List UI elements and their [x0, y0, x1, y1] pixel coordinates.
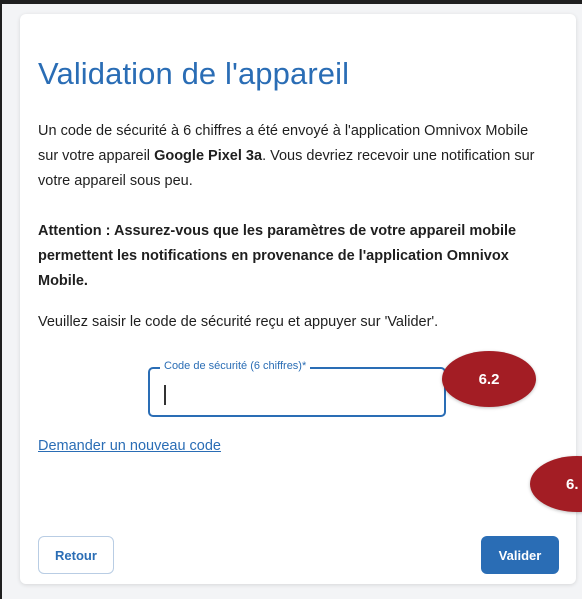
- security-code-label: Code de sécurité (6 chiffres)*: [160, 360, 311, 372]
- back-button[interactable]: Retour: [38, 536, 114, 574]
- annotation-badge-field: 6.2: [442, 351, 536, 407]
- security-code-field[interactable]: Code de sécurité (6 chiffres)*: [148, 360, 446, 417]
- submit-button[interactable]: Valider: [481, 536, 559, 574]
- page: Validation de l'appareil Un code de sécu…: [0, 0, 582, 599]
- request-new-code-link[interactable]: Demander un nouveau code: [38, 438, 221, 454]
- window-left-border: [0, 0, 2, 599]
- warning-text: Attention : Assurez-vous que les paramèt…: [38, 223, 517, 289]
- text-cursor: [164, 385, 166, 405]
- window-top-border: [0, 0, 582, 4]
- intro-text: Un code de sécurité à 6 chiffres a été e…: [38, 119, 548, 194]
- instruction-text: Veuillez saisir le code de sécurité reçu…: [38, 314, 439, 330]
- validation-card: Validation de l'appareil Un code de sécu…: [20, 14, 576, 584]
- page-title: Validation de l'appareil: [38, 56, 350, 91]
- security-code-input[interactable]: [160, 378, 434, 408]
- device-name: Google Pixel 3a: [154, 148, 263, 164]
